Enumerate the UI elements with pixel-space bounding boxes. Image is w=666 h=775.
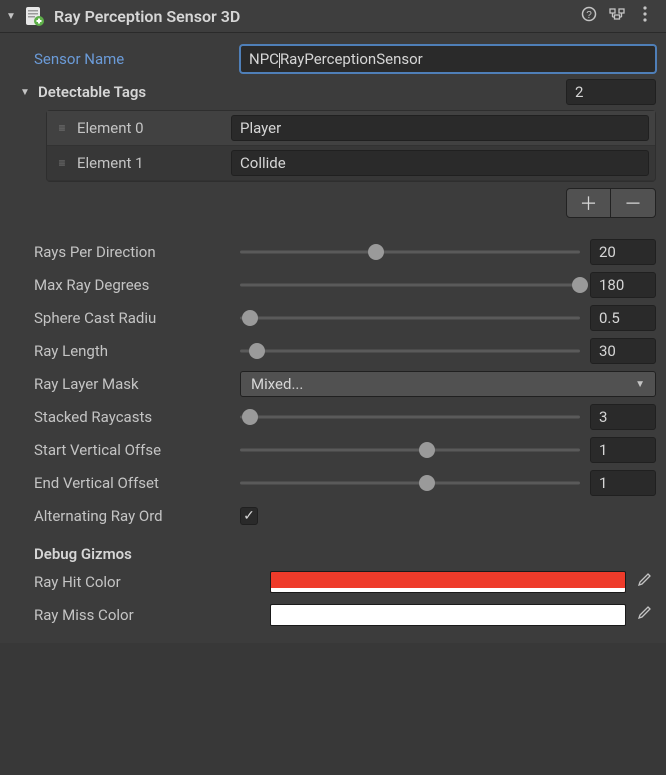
end-vertical-offset-row: End Vertical Offset 1 — [10, 468, 656, 498]
max-ray-degrees-row: Max Ray Degrees 180 — [10, 270, 656, 300]
element-value-input[interactable]: Player — [231, 115, 649, 141]
remove-element-button[interactable]: － — [611, 189, 655, 217]
ray-hit-color-swatch[interactable] — [270, 571, 626, 593]
detectable-tags-list: ≡ Element 0 Player ≡ Element 1 Collide — [46, 110, 656, 182]
inspector-component: ▼ Ray Perception Sensor 3D ? — [0, 0, 666, 643]
sensor-name-row: Sensor Name NPCRayPerceptionSensor — [10, 44, 656, 74]
debug-gizmos-title: Debug Gizmos — [10, 545, 656, 563]
drag-handle-icon[interactable]: ≡ — [53, 121, 71, 135]
element-label: Element 1 — [71, 154, 231, 172]
sphere-cast-radius-label: Sphere Cast Radiu — [10, 309, 240, 327]
ray-layer-mask-row: Ray Layer Mask Mixed... ▼ — [10, 369, 656, 399]
detectable-tags-foldout[interactable]: ▼ Detectable Tags 2 — [10, 77, 656, 107]
ray-length-row: Ray Length 30 — [10, 336, 656, 366]
ray-miss-color-row: Ray Miss Color — [10, 600, 656, 630]
preset-icon[interactable] — [606, 6, 628, 26]
sphere-cast-radius-slider[interactable] — [240, 308, 580, 328]
alternating-ray-order-checkbox[interactable]: ✓ — [240, 507, 258, 525]
element-label: Element 0 — [71, 119, 231, 137]
sphere-cast-radius-row: Sphere Cast Radiu 0.5 — [10, 303, 656, 333]
list-item[interactable]: ≡ Element 0 Player — [47, 111, 655, 146]
start-vertical-offset-value[interactable]: 1 — [590, 437, 656, 463]
sensor-name-input[interactable]: NPCRayPerceptionSensor — [240, 45, 656, 73]
ray-layer-mask-dropdown[interactable]: Mixed... ▼ — [240, 371, 656, 397]
ray-hit-color-label: Ray Hit Color — [10, 573, 270, 591]
svg-text:?: ? — [586, 10, 592, 21]
rays-per-direction-value[interactable]: 20 — [590, 239, 656, 265]
ray-length-label: Ray Length — [10, 342, 240, 360]
ray-length-value[interactable]: 30 — [590, 338, 656, 364]
stacked-raycasts-label: Stacked Raycasts — [10, 408, 240, 426]
eyedropper-icon[interactable] — [632, 605, 656, 625]
start-vertical-offset-row: Start Vertical Offse 1 — [10, 435, 656, 465]
context-menu-icon[interactable] — [634, 6, 656, 26]
ray-length-slider[interactable] — [240, 341, 580, 361]
detectable-tags-label: Detectable Tags — [38, 83, 238, 101]
drag-handle-icon[interactable]: ≡ — [53, 156, 71, 170]
foldout-icon[interactable]: ▼ — [6, 11, 20, 22]
sphere-cast-radius-value[interactable]: 0.5 — [590, 305, 656, 331]
max-ray-degrees-value[interactable]: 180 — [590, 272, 656, 298]
start-vertical-offset-slider[interactable] — [240, 440, 580, 460]
max-ray-degrees-label: Max Ray Degrees — [10, 276, 240, 294]
array-footer: ＋ － — [46, 182, 656, 222]
ray-hit-color-row: Ray Hit Color — [10, 567, 656, 597]
ray-miss-color-label: Ray Miss Color — [10, 606, 270, 624]
rays-per-direction-label: Rays Per Direction — [10, 243, 240, 261]
eyedropper-icon[interactable] — [632, 572, 656, 592]
list-item[interactable]: ≡ Element 1 Collide — [47, 146, 655, 181]
sensor-name-label: Sensor Name — [10, 50, 240, 68]
help-icon[interactable]: ? — [578, 6, 600, 26]
max-ray-degrees-slider[interactable] — [240, 275, 580, 295]
stacked-raycasts-value[interactable]: 3 — [590, 404, 656, 430]
foldout-icon[interactable]: ▼ — [20, 87, 34, 98]
detectable-tags-size[interactable]: 2 — [566, 79, 656, 105]
alternating-ray-order-label: Alternating Ray Ord — [10, 507, 240, 525]
ray-layer-mask-label: Ray Layer Mask — [10, 375, 240, 393]
end-vertical-offset-value[interactable]: 1 — [590, 470, 656, 496]
start-vertical-offset-label: Start Vertical Offse — [10, 441, 240, 459]
alternating-ray-order-row: Alternating Ray Ord ✓ — [10, 501, 656, 531]
component-title: Ray Perception Sensor 3D — [54, 7, 572, 26]
add-element-button[interactable]: ＋ — [567, 189, 611, 217]
stacked-raycasts-row: Stacked Raycasts 3 — [10, 402, 656, 432]
end-vertical-offset-label: End Vertical Offset — [10, 474, 240, 492]
stacked-raycasts-slider[interactable] — [240, 407, 580, 427]
ray-miss-color-swatch[interactable] — [270, 604, 626, 626]
rays-per-direction-slider[interactable] — [240, 242, 580, 262]
rays-per-direction-row: Rays Per Direction 20 — [10, 237, 656, 267]
end-vertical-offset-slider[interactable] — [240, 473, 580, 493]
script-icon — [24, 6, 44, 26]
element-value-input[interactable]: Collide — [231, 150, 649, 176]
component-header[interactable]: ▼ Ray Perception Sensor 3D ? — [0, 0, 666, 33]
chevron-down-icon: ▼ — [635, 379, 645, 390]
